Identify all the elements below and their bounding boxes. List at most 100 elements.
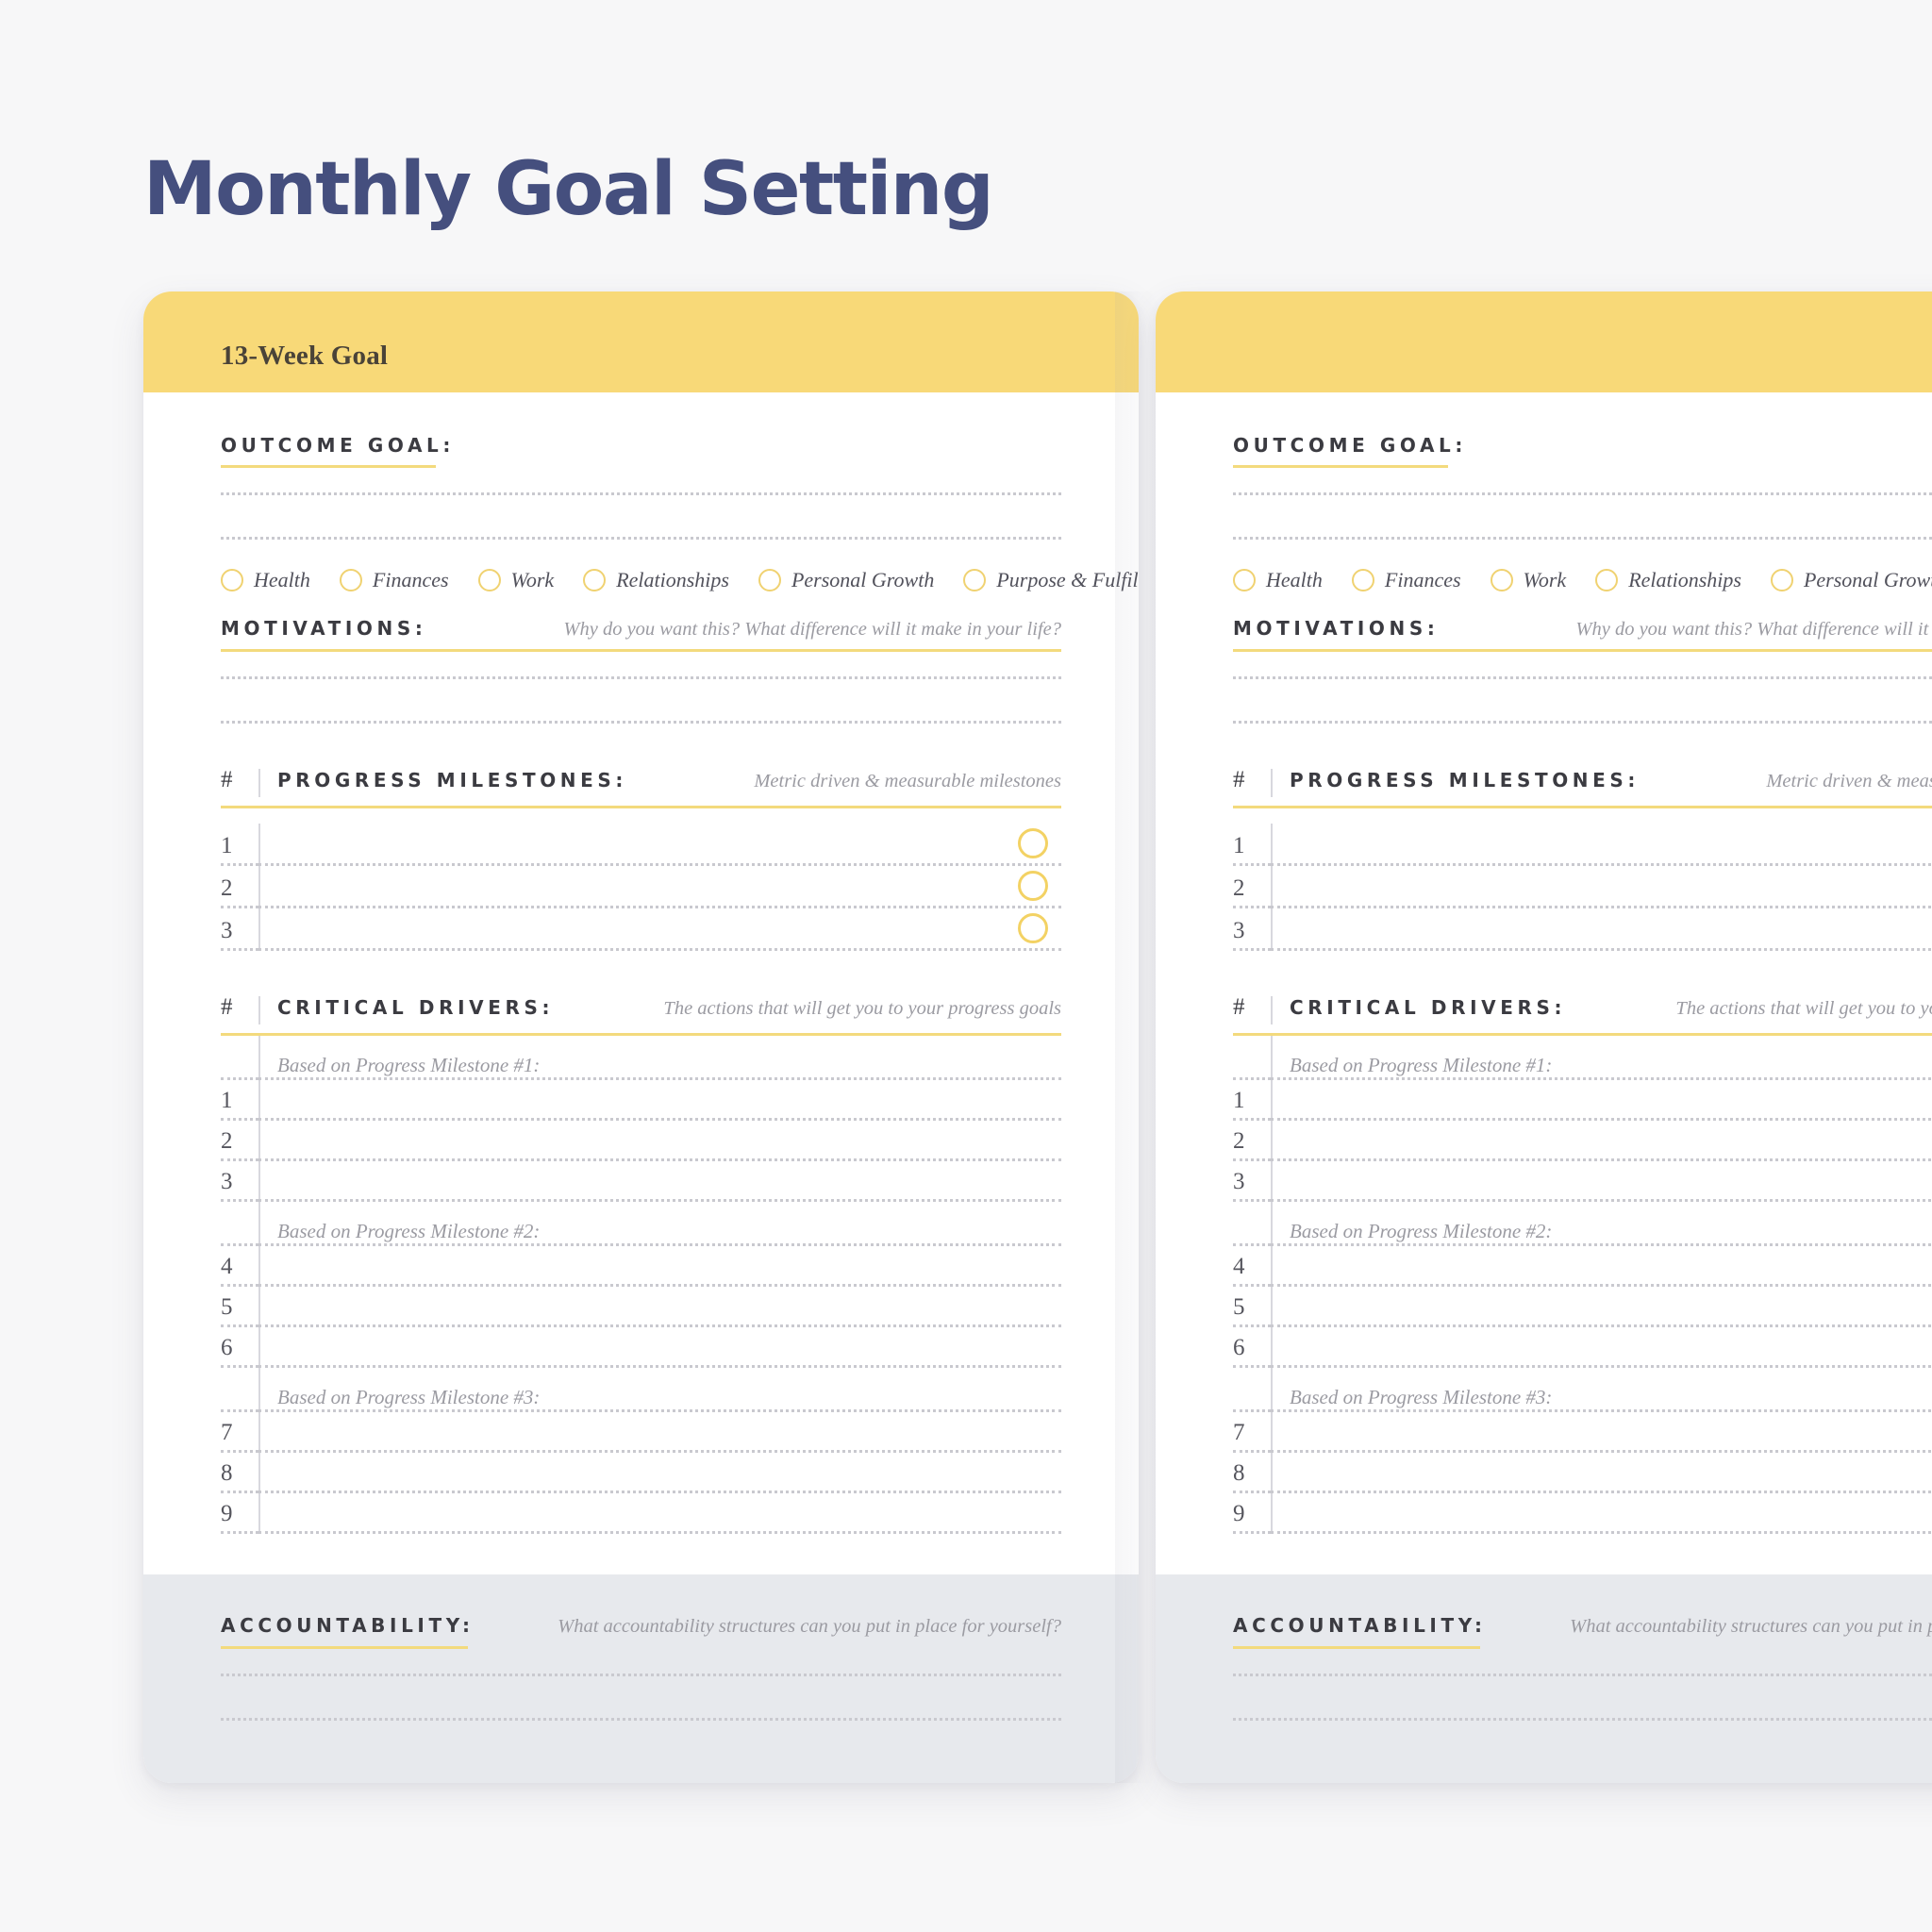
- driver-row[interactable]: 3: [1233, 1161, 1932, 1199]
- driver-input-cell[interactable]: [258, 1287, 1061, 1324]
- milestone-row[interactable]: 1: [1233, 824, 1932, 863]
- driver-row[interactable]: 1: [221, 1080, 1061, 1118]
- driver-row[interactable]: 1: [1233, 1080, 1932, 1118]
- driver-input-cell[interactable]: [258, 1080, 1061, 1118]
- driver-row[interactable]: 5: [221, 1287, 1061, 1324]
- outcome-goal-write-area-right[interactable]: [1233, 492, 1932, 540]
- milestone-input-cell[interactable]: [1271, 824, 1932, 863]
- circle-checkbox-icon[interactable]: [1595, 569, 1619, 591]
- driver-row[interactable]: 5: [1233, 1287, 1932, 1324]
- milestone-row[interactable]: 1: [221, 824, 1061, 863]
- write-line[interactable]: [1233, 1674, 1932, 1676]
- critical-drivers-rows-right: Based on Progress Milestone #1: 1 2 3 Ba…: [1233, 1036, 1932, 1534]
- milestone-complete-circle-icon[interactable]: [1018, 828, 1048, 858]
- circle-checkbox-icon[interactable]: [221, 569, 243, 591]
- critical-drivers-heading-left: # CRITICAL DRIVERS: The actions that wil…: [221, 994, 1061, 1024]
- driver-input-cell[interactable]: [258, 1327, 1061, 1365]
- driver-input-cell[interactable]: [1271, 1287, 1932, 1324]
- driver-row[interactable]: 6: [221, 1327, 1061, 1365]
- write-line[interactable]: [221, 537, 1061, 540]
- driver-input-cell[interactable]: [258, 1412, 1061, 1450]
- milestone-input-cell[interactable]: [1271, 908, 1932, 948]
- accountability-write-area-right[interactable]: [1233, 1674, 1932, 1721]
- driver-input-cell[interactable]: [1271, 1080, 1932, 1118]
- write-line[interactable]: [1233, 721, 1932, 724]
- motivations-write-area-left[interactable]: [221, 676, 1061, 724]
- motivations-section-left: MOTIVATIONS: Why do you want this? What …: [221, 617, 1061, 724]
- category-option-health[interactable]: Health: [1233, 568, 1323, 592]
- milestone-input-cell[interactable]: [258, 866, 1061, 906]
- category-option-personal-growth[interactable]: Personal Growth: [1770, 568, 1932, 592]
- driver-input-cell[interactable]: [258, 1493, 1061, 1531]
- milestone-row[interactable]: 2: [221, 866, 1061, 906]
- circle-checkbox-icon[interactable]: [1351, 569, 1374, 591]
- driver-row[interactable]: 7: [221, 1412, 1061, 1450]
- milestone-row[interactable]: 3: [1233, 908, 1932, 948]
- driver-input-cell[interactable]: [1271, 1121, 1932, 1158]
- milestone-input-cell[interactable]: [258, 824, 1061, 863]
- circle-checkbox-icon[interactable]: [963, 569, 987, 591]
- driver-row[interactable]: 6: [1233, 1327, 1932, 1365]
- accountability-hint-left: What accountability structures can you p…: [558, 1616, 1061, 1637]
- category-option-purpose-fulfillment[interactable]: Purpose & Fulfillment: [963, 568, 1139, 592]
- category-option-relationships[interactable]: Relationships: [583, 568, 729, 592]
- driver-row[interactable]: 8: [1233, 1453, 1932, 1491]
- write-line[interactable]: [221, 492, 1061, 495]
- category-option-personal-growth[interactable]: Personal Growth: [758, 568, 934, 592]
- motivations-write-area-right[interactable]: [1233, 676, 1932, 724]
- circle-checkbox-icon[interactable]: [1233, 569, 1256, 591]
- driver-input-cell[interactable]: [258, 1121, 1061, 1158]
- driver-row[interactable]: 2: [1233, 1121, 1932, 1158]
- driver-row[interactable]: 4: [1233, 1246, 1932, 1284]
- write-line[interactable]: [1233, 492, 1932, 495]
- driver-input-cell[interactable]: [1271, 1493, 1932, 1531]
- circle-checkbox-icon[interactable]: [1490, 569, 1513, 591]
- driver-input-cell[interactable]: [258, 1161, 1061, 1199]
- milestone-row[interactable]: 2: [1233, 866, 1932, 906]
- circle-checkbox-icon[interactable]: [339, 569, 362, 591]
- driver-row[interactable]: 3: [221, 1161, 1061, 1199]
- driver-input-cell[interactable]: [258, 1453, 1061, 1491]
- milestone-input-cell[interactable]: [258, 908, 1061, 948]
- write-line[interactable]: [1233, 676, 1932, 679]
- milestone-row[interactable]: 3: [221, 908, 1061, 948]
- category-label: Personal Growth: [791, 568, 935, 591]
- driver-row[interactable]: 7: [1233, 1412, 1932, 1450]
- driver-input-cell[interactable]: [1271, 1161, 1932, 1199]
- row-number: 1: [221, 833, 233, 858]
- driver-input-cell[interactable]: [1271, 1412, 1932, 1450]
- outcome-goal-write-area-left[interactable]: [221, 492, 1061, 540]
- driver-input-cell[interactable]: [1271, 1327, 1932, 1365]
- write-line[interactable]: [1233, 1718, 1932, 1721]
- milestone-input-cell[interactable]: [1271, 866, 1932, 906]
- driver-row[interactable]: 8: [221, 1453, 1061, 1491]
- category-option-finances[interactable]: Finances: [339, 568, 449, 592]
- circle-checkbox-icon[interactable]: [1770, 569, 1793, 591]
- driver-input-cell[interactable]: [1271, 1453, 1932, 1491]
- driver-row[interactable]: 9: [1233, 1493, 1932, 1531]
- category-option-health[interactable]: Health: [221, 568, 310, 592]
- milestone-complete-circle-icon[interactable]: [1018, 913, 1048, 943]
- category-option-relationships[interactable]: Relationships: [1595, 568, 1741, 592]
- category-option-work[interactable]: Work: [1490, 568, 1566, 592]
- motivations-label-right: MOTIVATIONS:: [1233, 617, 1440, 640]
- write-line[interactable]: [221, 1674, 1061, 1676]
- page-header-label-left: 13-Week Goal: [221, 341, 389, 371]
- driver-row[interactable]: 4: [221, 1246, 1061, 1284]
- write-line[interactable]: [1233, 537, 1932, 540]
- driver-input-cell[interactable]: [258, 1246, 1061, 1284]
- circle-checkbox-icon[interactable]: [583, 569, 607, 591]
- category-option-finances[interactable]: Finances: [1351, 568, 1461, 592]
- write-line[interactable]: [221, 676, 1061, 679]
- write-line[interactable]: [221, 1718, 1061, 1721]
- driver-row[interactable]: 2: [221, 1121, 1061, 1158]
- category-label: Health: [1266, 568, 1323, 591]
- accountability-write-area-left[interactable]: [221, 1674, 1061, 1721]
- driver-input-cell[interactable]: [1271, 1246, 1932, 1284]
- write-line[interactable]: [221, 721, 1061, 724]
- circle-checkbox-icon[interactable]: [758, 569, 781, 591]
- circle-checkbox-icon[interactable]: [477, 569, 501, 591]
- category-option-work[interactable]: Work: [477, 568, 554, 592]
- driver-row[interactable]: 9: [221, 1493, 1061, 1531]
- milestone-complete-circle-icon[interactable]: [1018, 871, 1048, 901]
